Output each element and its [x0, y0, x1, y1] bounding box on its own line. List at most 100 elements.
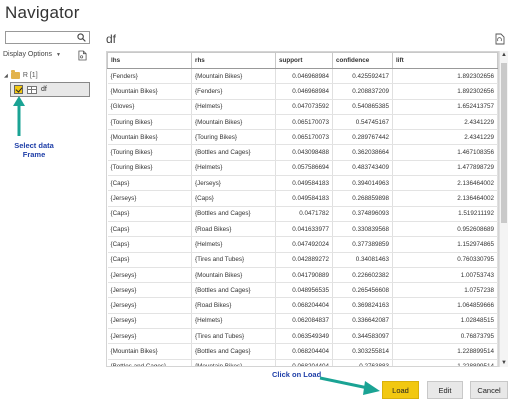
table-cell-rhs: {Helmets}	[191, 313, 276, 330]
select-frame-annotation: Select data Frame	[14, 141, 54, 159]
table-cell-confidence: 0.483743409	[332, 160, 393, 177]
table-row: {Touring Bikes} {Mountain Bikes} 0.0651700…	[107, 114, 498, 131]
tree-item-label: df	[41, 86, 47, 93]
table-row: {Bottles and Cages} {Mountain Bikes} 0.068…	[107, 359, 498, 366]
table-cell-confidence: 0.208837209	[332, 83, 393, 100]
table-cell-confidence: 0.377389859	[332, 236, 393, 253]
table-cell-lhs: {Caps}	[107, 252, 192, 268]
expand-triangle-icon[interactable]: ◢	[4, 73, 8, 79]
select-frame-arrow	[13, 96, 25, 136]
column-header[interactable]: lhs	[107, 52, 192, 69]
table-cell-confidence: 0.362038664	[332, 144, 393, 161]
table-cell-lift: 1.02848515	[392, 313, 498, 330]
click-load-arrow	[319, 376, 380, 395]
table-cell-support: 0.068204404	[275, 297, 333, 314]
scroll-thumb[interactable]	[501, 63, 507, 223]
table-cell-support: 0.0471782	[275, 206, 333, 222]
table-cell-support: 0.043098488	[275, 144, 333, 161]
display-options-dropdown[interactable]: Display Options ▼	[3, 51, 61, 58]
table-row: {Jerseys} {Caps} 0.049584183 0.268859898 2.1…	[107, 190, 498, 207]
table-cell-lhs: {Jerseys}	[107, 190, 192, 207]
table-cell-confidence: 0.394014963	[332, 175, 393, 192]
table-row: {Gloves} {Helmets} 0.047073592 0.540865385 1…	[107, 99, 498, 115]
table-cell-rhs: {Helmets}	[191, 99, 276, 115]
table-cell-confidence: 0.2763883	[332, 359, 393, 366]
tree-node-r[interactable]: ◢ R [1]	[4, 70, 38, 79]
table-cell-lift: 1.064859666	[392, 297, 498, 314]
table-row: {Jerseys} {Mountain Bikes} 0.041790889 0.22…	[107, 267, 498, 284]
cancel-button[interactable]: Cancel	[470, 381, 508, 399]
column-header[interactable]: lift	[392, 52, 498, 69]
table-cell-rhs: {Mountain Bikes}	[191, 267, 276, 284]
preview-title: df	[106, 32, 117, 46]
table-cell-lift: 1.477898729	[392, 160, 498, 177]
table-cell-lift: 1.0757238	[392, 282, 498, 299]
table-row: {Touring Bikes} {Bottles and Cages} 0.0430…	[107, 144, 498, 161]
table-cell-confidence: 0.425592417	[332, 68, 393, 85]
column-header[interactable]: rhs	[191, 52, 276, 69]
table-cell-confidence: 0.268859898	[332, 190, 393, 207]
table-cell-lift: 2.4341229	[392, 129, 498, 146]
table-cell-lhs: {Jerseys}	[107, 313, 192, 330]
refresh-icon[interactable]	[495, 33, 505, 45]
table-row: {Touring Bikes} {Helmets} 0.057586694 0.483…	[107, 160, 498, 177]
table-cell-lhs: {Mountain Bikes}	[107, 83, 192, 100]
table-row: {Caps} {Jerseys} 0.049584183 0.394014963 2.1…	[107, 175, 498, 192]
scroll-down-icon[interactable]: ▼	[501, 360, 507, 366]
table-row: {Jerseys} {Helmets} 0.062084837 0.336642087…	[107, 313, 498, 330]
display-options-label: Display Options	[3, 51, 53, 58]
search-icon[interactable]	[77, 33, 86, 42]
table-cell-lhs: {Gloves}	[107, 99, 192, 115]
table-cell-support: 0.068204404	[275, 359, 333, 366]
table-row: {Mountain Bikes} {Touring Bikes} 0.0651700…	[107, 129, 498, 146]
preview-table-container: lhs rhs support confidence lift {Fenders…	[106, 51, 499, 367]
table-cell-rhs: {Helmets}	[191, 160, 276, 177]
column-header[interactable]: support	[275, 52, 333, 69]
column-header[interactable]: confidence	[332, 52, 393, 69]
table-cell-support: 0.047073592	[275, 99, 333, 115]
table-cell-support: 0.062084837	[275, 313, 333, 330]
preview-table: lhs rhs support confidence lift {Fenders…	[107, 52, 498, 366]
edit-button[interactable]: Edit	[427, 381, 463, 399]
table-cell-lhs: {Touring Bikes}	[107, 114, 192, 131]
table-cell-rhs: {Road Bikes}	[191, 221, 276, 238]
table-cell-support: 0.063549349	[275, 328, 333, 345]
table-cell-lhs: {Caps}	[107, 206, 192, 222]
table-cell-lhs: {Fenders}	[107, 68, 192, 85]
table-cell-confidence: 0.265456608	[332, 282, 393, 299]
table-row: {Fenders} {Mountain Bikes} 0.046968984 0.42…	[107, 68, 498, 85]
table-cell-lhs: {Caps}	[107, 221, 192, 238]
table-cell-rhs: {Touring Bikes}	[191, 129, 276, 146]
table-row: {Caps} {Bottles and Cages} 0.0471782 0.3748…	[107, 206, 498, 222]
scroll-up-icon[interactable]: ▲	[501, 52, 507, 58]
table-row: {Jerseys} {Road Bikes} 0.068204404 0.369824…	[107, 297, 498, 314]
folder-icon	[10, 70, 20, 79]
table-cell-support: 0.041790889	[275, 267, 333, 284]
table-cell-confidence: 0.374896093	[332, 206, 393, 222]
table-row: {Jerseys} {Bottles and Cages} 0.048956535 0…	[107, 282, 498, 299]
table-cell-lhs: {Caps}	[107, 175, 192, 192]
table-cell-support: 0.049584183	[275, 175, 333, 192]
table-icon	[27, 85, 37, 94]
table-cell-lift: 2.136464002	[392, 190, 498, 207]
table-cell-rhs: {Jerseys}	[191, 175, 276, 192]
table-cell-confidence: 0.344583097	[332, 328, 393, 345]
table-cell-confidence: 0.226602382	[332, 267, 393, 284]
table-cell-confidence: 0.54745167	[332, 114, 393, 131]
vertical-scrollbar[interactable]: ▲ ▼	[499, 51, 508, 367]
tree-node-label: R [1]	[22, 72, 38, 79]
table-row: {Mountain Bikes} {Bottles and Cages} 0.068…	[107, 343, 498, 360]
new-page-icon[interactable]	[78, 50, 87, 61]
table-cell-lhs: {Touring Bikes}	[107, 144, 192, 161]
df-checkbox[interactable]	[14, 85, 23, 94]
table-cell-lift: 0.760330795	[392, 252, 498, 268]
table-cell-support: 0.047492024	[275, 236, 333, 253]
table-cell-lift: 2.4341229	[392, 114, 498, 131]
table-cell-rhs: {Tires and Tubes}	[191, 328, 276, 345]
table-cell-lift: 2.136464002	[392, 175, 498, 192]
table-cell-lift: 1.228899514	[392, 359, 498, 366]
table-cell-rhs: {Mountain Bikes}	[191, 359, 276, 366]
load-button[interactable]: Load	[382, 381, 419, 399]
table-row: {Jerseys} {Tires and Tubes} 0.063549349 0.3…	[107, 328, 498, 345]
table-cell-rhs: {Road Bikes}	[191, 297, 276, 314]
